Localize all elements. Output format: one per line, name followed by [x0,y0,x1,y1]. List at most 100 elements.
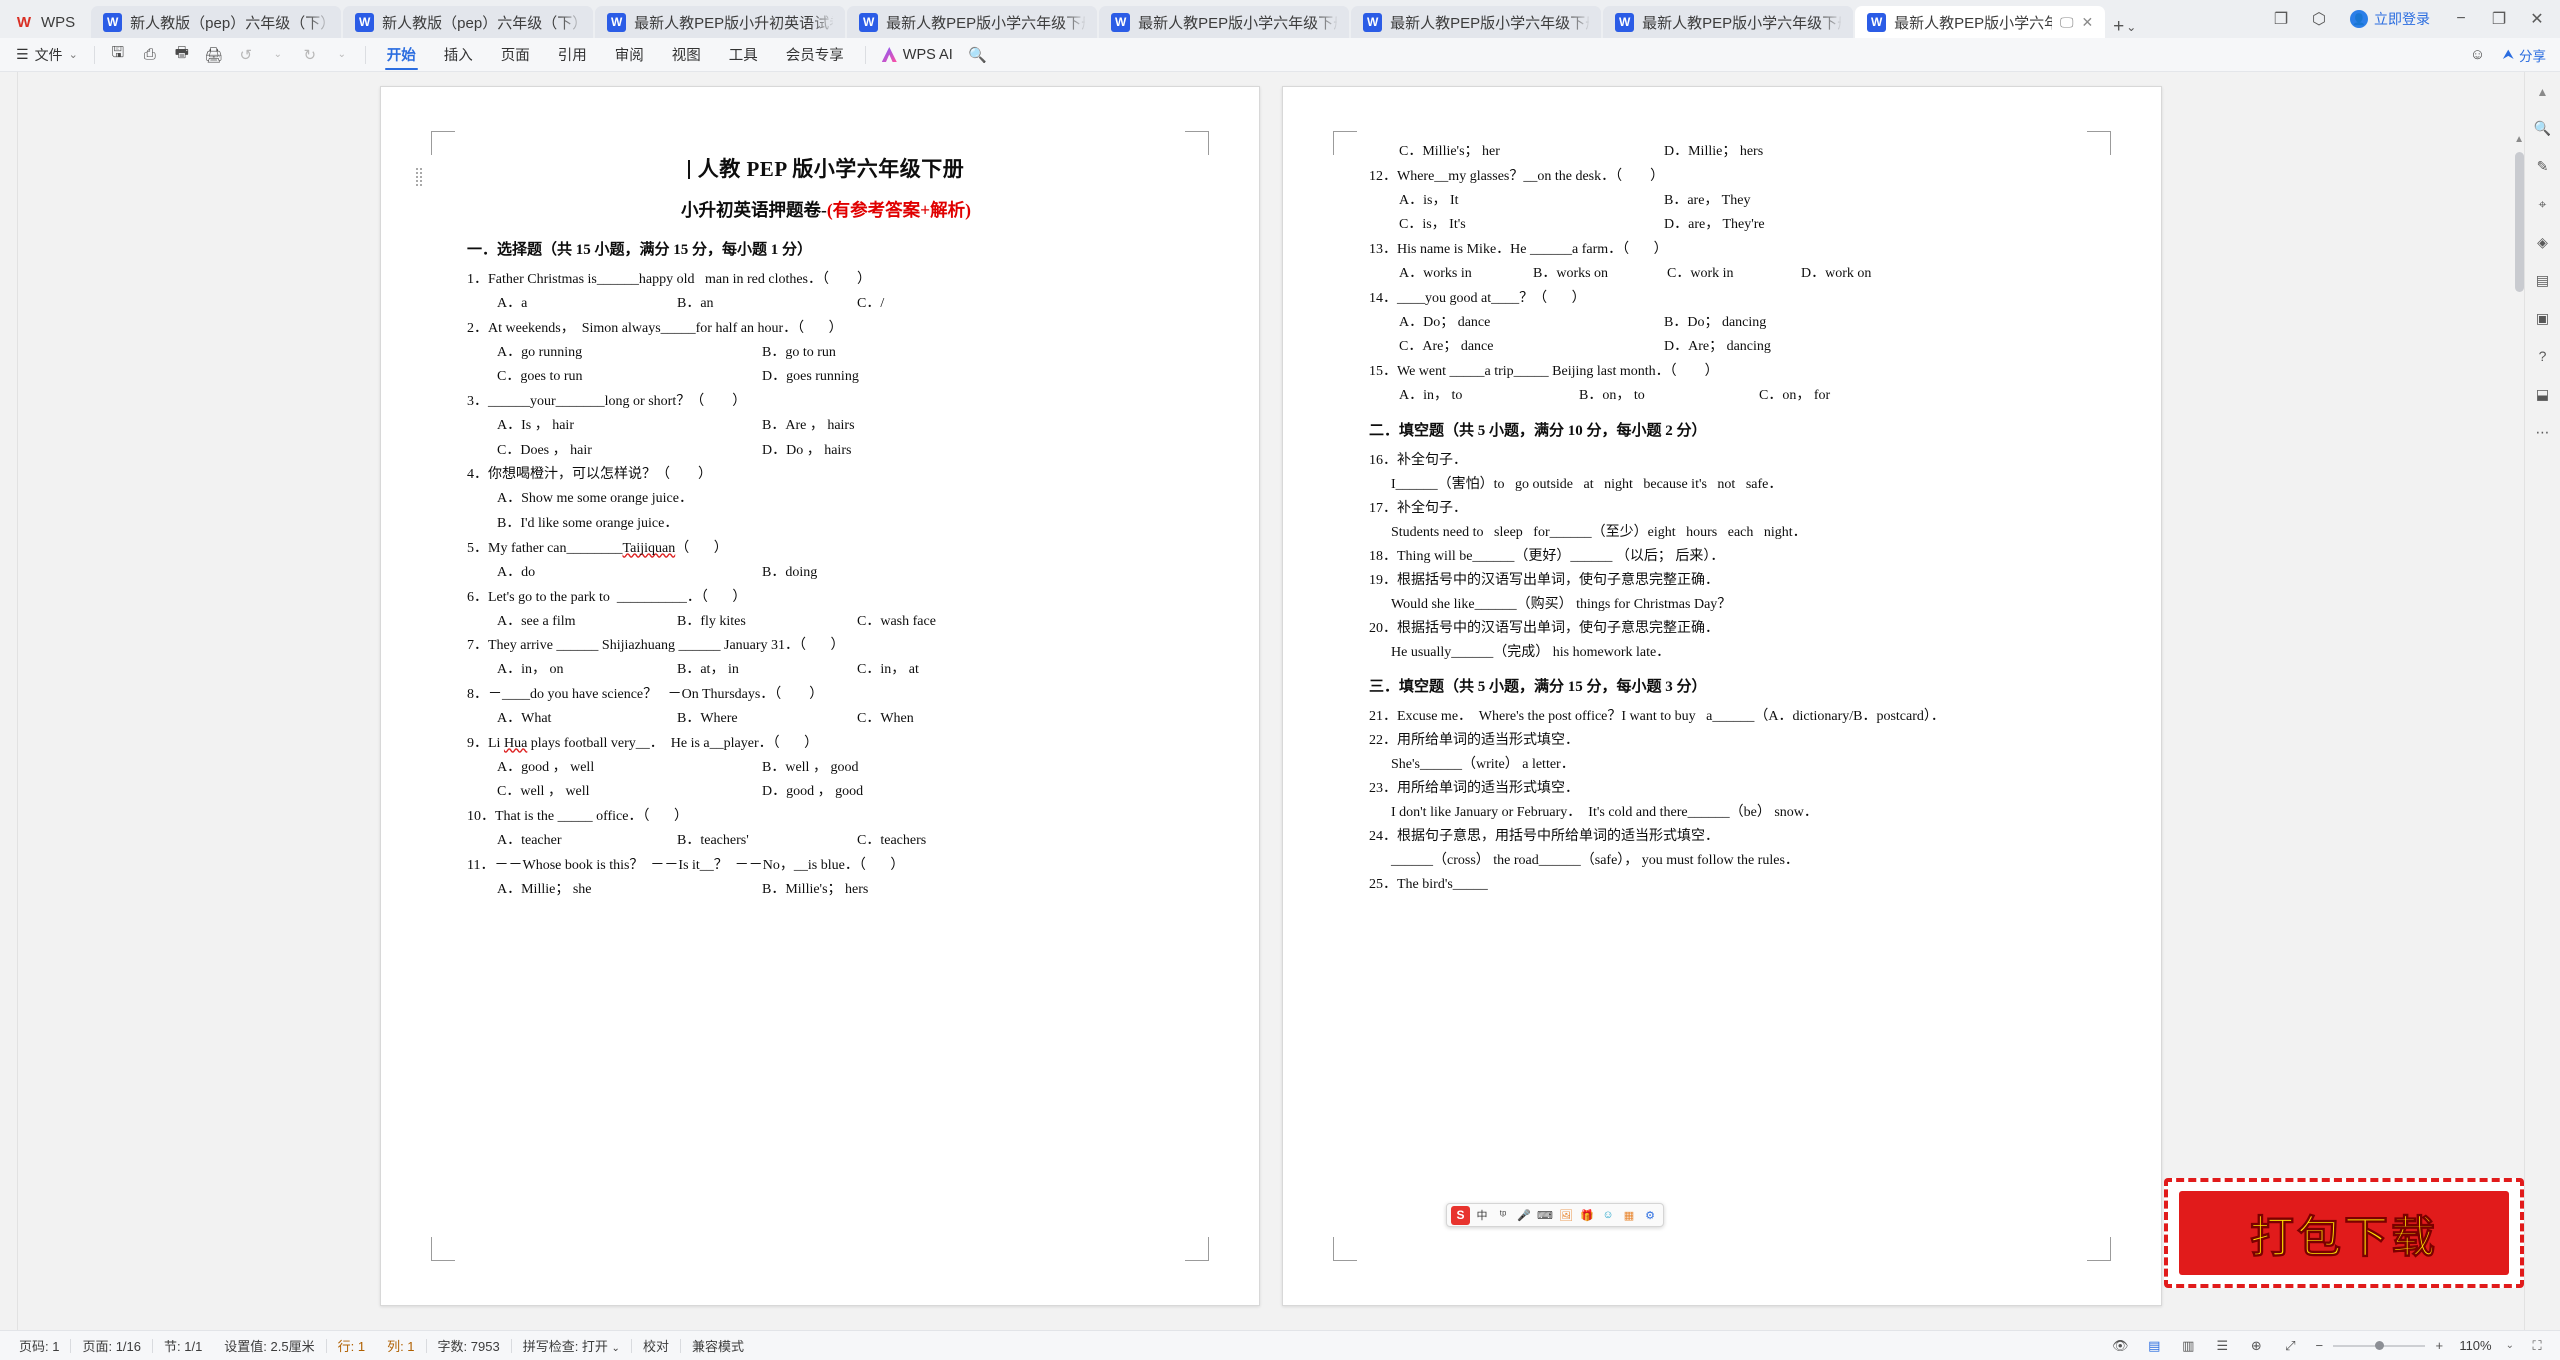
answer-option[interactable]: B．teachers' [677,830,857,852]
status-page-number[interactable]: 页码: 1 [8,1336,70,1355]
answer-option[interactable]: A．Is ， hair [497,415,762,437]
ribbon-tab-view[interactable]: 视图 [659,40,714,70]
answer-option[interactable]: A．What [497,708,677,730]
shape-icon[interactable]: ◈ [2530,230,2556,254]
status-proofread[interactable]: 校对 [632,1336,680,1355]
answer-option[interactable]: B．on， to [1579,385,1759,407]
share-button[interactable]: ⮝ 分享 [2503,45,2546,65]
answer-option[interactable]: A．in， to [1399,385,1579,407]
answer-option[interactable]: A．a [497,293,677,315]
status-spellcheck[interactable]: 拼写检查: 打开 ⌄ [512,1336,631,1355]
answer-option[interactable]: A．do [497,562,762,584]
download-watermark[interactable]: 打包下载 [2164,1178,2524,1288]
table-icon[interactable]: ▣ [2530,306,2556,330]
document-tab-1[interactable]: W 新人教版（pep）六年级（下）小升 [343,6,594,38]
document-page-2[interactable]: C．Millie's； her D．Millie； hers 12．Where__m… [1282,86,2162,1306]
answer-option[interactable]: B．Do； dancing [1664,312,1929,334]
status-word-count[interactable]: 字数: 7953 [427,1336,511,1355]
fullscreen-icon[interactable]: ⤢ [2279,1336,2301,1356]
answer-option[interactable]: A．in， on [497,659,677,681]
help-rail-icon[interactable]: ? [2530,344,2556,368]
settings-icon[interactable]: ⚙ [1641,1206,1659,1224]
document-tab-7-active[interactable]: W 最新人教PEP版小学六年级下 🖵 ✕ [1855,6,2106,38]
status-column[interactable]: 列: 1 [376,1336,425,1355]
search-rail-icon[interactable]: 🔍 [2530,116,2556,140]
page-canvas[interactable]: 人教 PEP 版小学六年级下册 小升初英语押题卷-(有参考答案+解析) 一．选择… [18,72,2524,1330]
bookmark-icon[interactable]: ⬓ [2530,382,2556,406]
document-tab-4[interactable]: W 最新人教PEP版小学六年级下册小升 [1099,6,1350,38]
sogou-ime-toolbar[interactable]: S 中 ᵗᵖ 🎤 ⌨ 🖼 🎁 ☺ ▦ ⚙ [1446,1203,1664,1227]
status-section[interactable]: 节: 1/1 [153,1336,213,1355]
answer-option[interactable]: D．goes running [762,366,1027,388]
zoom-level-label[interactable]: 110% [2457,1338,2493,1353]
rail-collapse-icon[interactable]: ▲ [2530,82,2556,102]
answer-option[interactable]: A．teacher [497,830,677,852]
answer-option[interactable]: C．work in [1667,263,1801,285]
tab-close-icon[interactable]: ✕ [2081,14,2093,31]
answer-option[interactable]: B．fly kites [677,611,857,633]
help-icon[interactable]: ☺ [2463,42,2493,68]
answer-option[interactable]: B．are， They [1664,190,1929,212]
new-tab-caret-icon[interactable]: ⌄ [2126,20,2136,34]
status-page-count[interactable]: 页面: 1/16 [71,1336,152,1355]
zoom-out-button[interactable]: − [2313,1338,2325,1353]
answer-option[interactable]: C．When [857,708,1037,730]
answer-option[interactable]: D．Millie； hers [1664,141,1929,163]
answer-option[interactable]: C．well ， well [497,781,762,803]
document-tab-2[interactable]: W 最新人教PEP版小升初英语试卷（1） [595,6,846,38]
answer-option[interactable]: C．wash face [857,611,1037,633]
answer-option[interactable]: A．Millie； she [497,879,762,901]
scroll-up-arrow-icon[interactable]: ▲ [2514,134,2524,145]
undo-icon[interactable]: ↺ [231,42,261,68]
answer-option[interactable]: C．is， It's [1399,214,1664,236]
answer-option[interactable]: D．work on [1801,263,1935,285]
globe-icon[interactable]: ⊕ [2245,1336,2267,1356]
sogou-logo-icon[interactable]: S [1451,1205,1470,1225]
print-icon[interactable]: 🖶 [167,42,197,68]
new-tab-button[interactable]: + [2113,16,2124,38]
ribbon-tab-review[interactable]: 审阅 [602,40,657,70]
keyboard-icon[interactable]: ⌨ [1536,1206,1554,1224]
answer-option[interactable]: B．Where [677,708,857,730]
comment-icon[interactable]: ▤ [2530,268,2556,292]
picture-icon[interactable]: 🖼 [1557,1206,1575,1224]
answer-option[interactable]: B．an [677,293,857,315]
wps-ai-button[interactable]: WPS AI [874,47,961,63]
expand-icon[interactable]: ⛶ [2526,1336,2548,1356]
answer-option[interactable]: A．is， It [1399,190,1664,212]
ribbon-tab-member[interactable]: 会员专享 [773,40,857,70]
outline-view-icon[interactable]: ☰ [2211,1336,2233,1356]
answer-option[interactable]: B．I'd like some orange juice． [497,513,678,535]
apps-icon[interactable]: ▦ [1620,1206,1638,1224]
answer-option[interactable]: A．Do； dance [1399,312,1664,334]
quick-access-more-caret-icon[interactable]: ⌄ [327,42,357,68]
document-tab-0[interactable]: W 新人教版（pep）六年级（下）小升 [91,6,342,38]
ribbon-tab-insert[interactable]: 插入 [431,40,486,70]
answer-option[interactable]: A．go running [497,342,762,364]
answer-option[interactable]: C．Does ， hair [497,440,762,462]
tab-screen-icon[interactable]: 🖵 [2060,14,2074,31]
undo-caret-icon[interactable]: ⌄ [263,42,293,68]
answer-option[interactable]: B．doing [762,562,1027,584]
answer-option[interactable]: D．Do ， hairs [762,440,1027,462]
gift-icon[interactable]: 🎁 [1578,1206,1596,1224]
gem-icon[interactable]: ⬡ [2302,4,2336,34]
print-preview-icon[interactable]: 🖨 [199,42,229,68]
microphone-icon[interactable]: 🎤 [1515,1206,1533,1224]
more-icon[interactable]: ⋯ [2530,420,2556,444]
answer-option[interactable]: D．are， They're [1664,214,1929,236]
answer-option[interactable]: B．Millie's； hers [762,879,1027,901]
answer-option[interactable]: A．works in [1399,263,1533,285]
emoji-icon[interactable]: ☺ [1599,1206,1617,1224]
save-as-icon[interactable]: ⎙ [135,42,165,68]
search-icon[interactable]: 🔍 [963,42,993,68]
document-tab-6[interactable]: W 最新人教PEP版小学六年级下册小升 [1603,6,1854,38]
eye-icon[interactable]: 👁 [2109,1336,2131,1356]
vertical-scrollbar-thumb[interactable] [2515,152,2524,292]
document-tab-5[interactable]: W 最新人教PEP版小学六年级下册小升 [1351,6,1602,38]
ribbon-tab-tools[interactable]: 工具 [716,40,771,70]
answer-option[interactable]: D．Are； dancing [1664,336,1929,358]
answer-option[interactable]: B．at， in [677,659,857,681]
ribbon-tab-start[interactable]: 开始 [374,40,429,70]
pen-icon[interactable]: ✎ [2530,154,2556,178]
